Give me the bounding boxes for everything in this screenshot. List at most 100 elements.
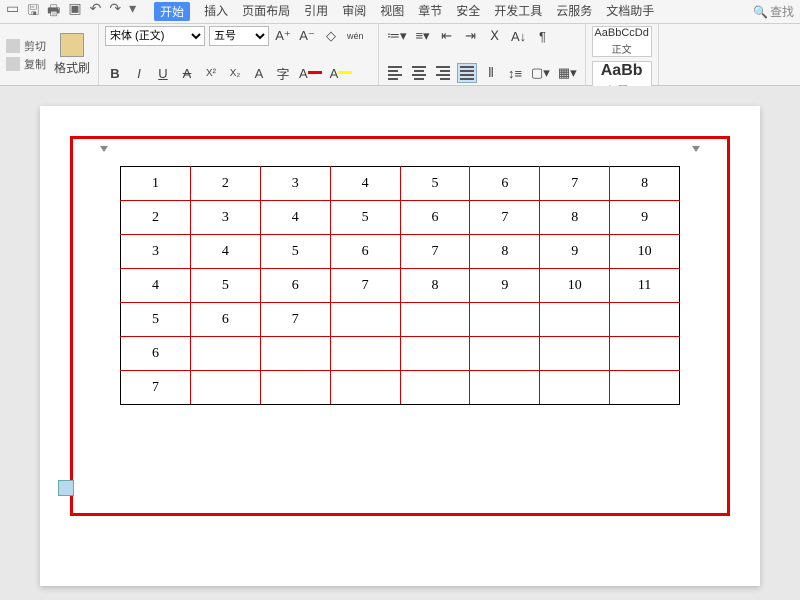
table-cell[interactable]: 5 [330,201,400,235]
menu-tab[interactable]: 文档助手 [606,2,654,21]
menu-tab[interactable]: 章节 [418,2,442,21]
style-normal[interactable]: AaBbCcDd 正文 [592,26,652,57]
table-cell[interactable]: 4 [190,235,260,269]
menu-tab[interactable]: 开始 [154,2,190,21]
table-cell[interactable] [540,371,610,405]
cut-button[interactable]: 剪切 [6,38,46,54]
underline-button[interactable]: U [153,63,173,83]
table-cell[interactable]: 8 [400,269,470,303]
table-cell[interactable]: 7 [470,201,540,235]
table-cell[interactable]: 8 [540,201,610,235]
table-cell[interactable] [330,371,400,405]
table-cell[interactable]: 9 [540,235,610,269]
preview-icon[interactable]: ▣ [68,0,81,24]
table-cell[interactable]: 2 [121,201,191,235]
table-cell[interactable]: 6 [330,235,400,269]
menu-tab[interactable]: 审阅 [342,2,366,21]
table-cell[interactable]: 4 [121,269,191,303]
table-cell[interactable]: 11 [610,269,680,303]
search-box[interactable]: 🔍 查找 [753,3,794,20]
table-cell[interactable] [610,371,680,405]
show-marks-button[interactable]: ¶ [533,26,553,46]
table-cell[interactable]: 8 [610,167,680,201]
table-cell[interactable] [190,337,260,371]
table-cell[interactable] [400,337,470,371]
borders-button[interactable]: ▦▾ [556,63,579,83]
bold-button[interactable]: B [105,63,125,83]
sort-button[interactable]: A↓ [509,26,529,46]
char-effect-button[interactable]: 字 [273,63,293,83]
table-cell[interactable]: 2 [190,167,260,201]
superscript-button[interactable]: X² [201,63,221,83]
indent-dec-button[interactable]: ⇤ [437,26,457,46]
table-cell[interactable]: 3 [190,201,260,235]
numbering-button[interactable]: ≡▾ [413,26,433,46]
table-cell[interactable] [610,303,680,337]
indent-inc-button[interactable]: ⇥ [461,26,481,46]
table-cell[interactable]: 6 [470,167,540,201]
table-cell[interactable]: 6 [121,337,191,371]
table-cell[interactable] [610,337,680,371]
table-cell[interactable]: 6 [400,201,470,235]
table-cell[interactable]: 10 [540,269,610,303]
shading-button[interactable]: ▢▾ [529,63,552,83]
qa-icon[interactable]: ▭ [6,0,19,24]
distribute-button[interactable]: ⫴ [481,63,501,83]
table-cell[interactable] [330,303,400,337]
menu-tab[interactable]: 插入 [204,2,228,21]
page-options-icon[interactable] [58,480,74,496]
table-cell[interactable]: 7 [330,269,400,303]
shrink-font-button[interactable]: A⁻ [297,26,317,46]
table-cell[interactable] [400,371,470,405]
table-cell[interactable]: 5 [190,269,260,303]
dropdown-icon[interactable]: ▾ [129,0,136,24]
clear-format-button[interactable]: ◇ [321,26,341,46]
bullets-button[interactable]: ≔▾ [385,26,409,46]
table-cell[interactable]: 7 [540,167,610,201]
italic-button[interactable]: I [129,63,149,83]
font-size-select[interactable]: 五号 [209,26,269,46]
table-cell[interactable] [470,337,540,371]
table-cell[interactable] [190,371,260,405]
table-cell[interactable]: 6 [190,303,260,337]
redo-icon[interactable]: ↷ [109,0,121,24]
change-case-button[interactable]: A [249,63,269,83]
table-cell[interactable] [330,337,400,371]
align-center-button[interactable] [409,63,429,83]
table-cell[interactable] [260,337,330,371]
subscript-button[interactable]: X₂ [225,63,245,83]
menu-tab[interactable]: 开发工具 [494,2,542,21]
font-name-select[interactable]: 宋体 (正文) [105,26,205,46]
strike-button[interactable]: A [177,63,197,83]
table-cell[interactable]: 5 [260,235,330,269]
print-icon[interactable]: 🖶 [47,0,60,24]
align-justify-button[interactable] [457,63,477,83]
table-cell[interactable]: 9 [610,201,680,235]
align-right-button[interactable] [433,63,453,83]
table-cell[interactable]: 4 [260,201,330,235]
phonetic-button[interactable]: wén [345,26,366,46]
table-cell[interactable] [540,337,610,371]
grow-font-button[interactable]: A⁺ [273,26,293,46]
table-cell[interactable]: 3 [260,167,330,201]
table-cell[interactable] [470,303,540,337]
format-painter-button[interactable]: 格式刷 [52,33,92,76]
copy-button[interactable]: 复制 [6,56,46,72]
table-cell[interactable]: 7 [400,235,470,269]
highlight-color-button[interactable]: A [328,63,355,83]
table-cell[interactable]: 7 [121,371,191,405]
menu-tab[interactable]: 视图 [380,2,404,21]
table-cell[interactable]: 7 [260,303,330,337]
menu-tab[interactable]: 云服务 [556,2,592,21]
table-cell[interactable]: 10 [610,235,680,269]
table-cell[interactable]: 3 [121,235,191,269]
text-direction-button[interactable]: Ⅹ [485,26,505,46]
undo-icon[interactable]: ↶ [90,0,102,24]
menu-tab[interactable]: 安全 [456,2,480,21]
table-cell[interactable]: 5 [121,303,191,337]
align-left-button[interactable] [385,63,405,83]
menu-tab[interactable]: 页面布局 [242,2,290,21]
table-cell[interactable]: 5 [400,167,470,201]
table-cell[interactable] [540,303,610,337]
save-icon[interactable]: 🖫 [27,0,39,24]
